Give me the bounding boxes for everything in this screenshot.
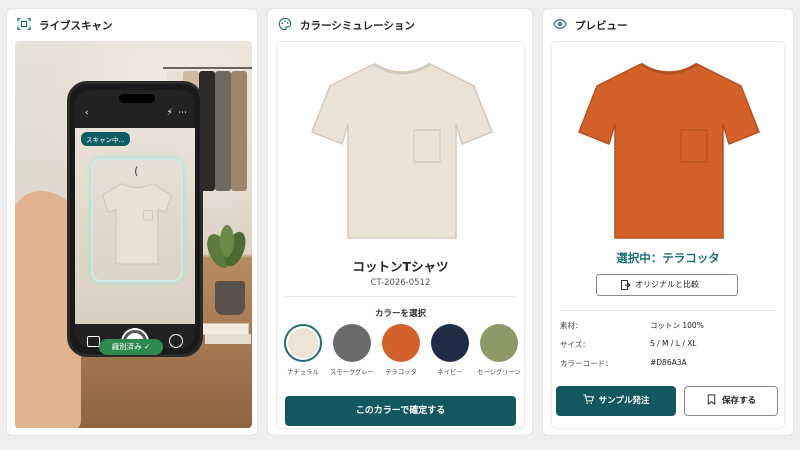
spec-row: サイズ： S / M / L / XL (560, 339, 780, 358)
product-card: コットンTシャツ CT-2026-0512 カラーを選択 ナチュラル スモークグ… (276, 41, 525, 429)
product-code: CT-2026-0512 (370, 278, 431, 288)
swatch-label: ネイビー (437, 369, 463, 376)
spec-value: #D86A3A (650, 358, 687, 367)
scan-status-badge: スキャン中... (81, 132, 130, 146)
palette-icon (278, 17, 292, 34)
compare-icon (621, 280, 631, 290)
panel-title: プレビュー (575, 19, 628, 32)
tshirt-icon (578, 62, 760, 239)
phone-mockup: ‹ ⚡ ⋯ スキャン中... (67, 81, 203, 357)
panel-header: プレビュー (543, 9, 793, 41)
spec-key: カラーコード： (560, 359, 613, 368)
spec-list: 素材： コットン 100% サイズ： S / M / L / XL カラーコード… (560, 320, 780, 377)
sample-order-button[interactable]: サンプル発注 (556, 386, 676, 416)
swatch-label: ナチュラル (287, 369, 319, 376)
swatch-label: テラコッタ (385, 369, 417, 376)
spec-value: コットン 100% (650, 321, 704, 330)
tshirt-icon (311, 62, 493, 239)
live-scan-panel: ライブスキャン ‹ ⚡ ⋯ スキャン中... 識別済み ✓ (6, 8, 258, 436)
bookmark-icon (707, 394, 716, 406)
compare-original-button[interactable]: オリジナルと比較 (596, 274, 738, 296)
compare-label: オリジナルと比較 (635, 280, 699, 289)
save-label: 保存する (721, 396, 756, 406)
swatch-dot (431, 324, 469, 362)
swatch-sage-green[interactable]: セージグリーン (475, 324, 523, 376)
flash-icon[interactable]: ⚡ (167, 108, 173, 118)
swatch-dot (333, 324, 371, 362)
camera-scene: ‹ ⚡ ⋯ スキャン中... 識別済み ✓ (15, 41, 252, 428)
swatch-natural[interactable]: ナチュラル (279, 324, 327, 376)
preview-image (569, 48, 769, 248)
save-button[interactable]: 保存する (684, 386, 778, 416)
eye-icon (553, 17, 567, 34)
back-icon[interactable]: ‹ (85, 108, 89, 118)
tshirt-icon (101, 166, 173, 265)
swatch-dot (382, 324, 420, 362)
product-name: コットンTシャツ (352, 259, 449, 274)
panel-title: カラーシミュレーション (300, 19, 415, 32)
swatch-dot (480, 324, 518, 362)
cart-icon (583, 394, 594, 404)
swatch-navy[interactable]: ネイビー (426, 324, 474, 376)
color-swatch-list: ナチュラル スモークグレー テラコッタ ネイビー セージグリーン (277, 324, 524, 384)
identified-badge: 識別済み ✓ (99, 339, 163, 355)
spec-key: サイズ： (560, 340, 590, 349)
scan-frame (91, 158, 183, 282)
color-select-heading: カラーを選択 (374, 309, 426, 319)
color-simulation-panel: カラーシミュレーション コットンTシャツ CT-2026-0512 カラーを選択… (267, 8, 533, 436)
product-image (302, 48, 502, 248)
swatch-label: スモークグレー (330, 369, 374, 376)
clothes-rack (163, 67, 252, 69)
swatch-label: セージグリーン (477, 369, 521, 376)
swatch-smoke-grey[interactable]: スモークグレー (328, 324, 376, 376)
order-label: サンプル発注 (598, 396, 650, 406)
preview-panel: プレビュー 選択中：テラコッタ オリジナルと比較 素材： コットン 100% サ… (542, 8, 794, 436)
spec-row: 素材： コットン 100% (560, 320, 780, 339)
swatch-dot (284, 324, 322, 362)
selected-color-text: 選択中：テラコッタ (616, 251, 720, 265)
scan-icon (17, 17, 31, 34)
switch-camera-icon[interactable] (169, 334, 183, 348)
panel-title: ライブスキャン (39, 19, 113, 32)
preview-card: 選択中：テラコッタ オリジナルと比較 素材： コットン 100% サイズ： S … (551, 41, 785, 429)
spec-value: S / M / L / XL (650, 339, 697, 348)
spec-row: カラーコード： #D86A3A (560, 358, 780, 377)
confirm-color-button[interactable]: このカラーで確定する (285, 396, 516, 426)
camera-viewfinder: スキャン中... (75, 128, 195, 324)
swatch-terracotta[interactable]: テラコッタ (377, 324, 425, 376)
more-icon[interactable]: ⋯ (178, 108, 187, 118)
panel-header: カラーシミュレーション (268, 9, 532, 41)
spec-key: 素材： (560, 321, 583, 330)
panel-header: ライブスキャン (7, 9, 257, 41)
